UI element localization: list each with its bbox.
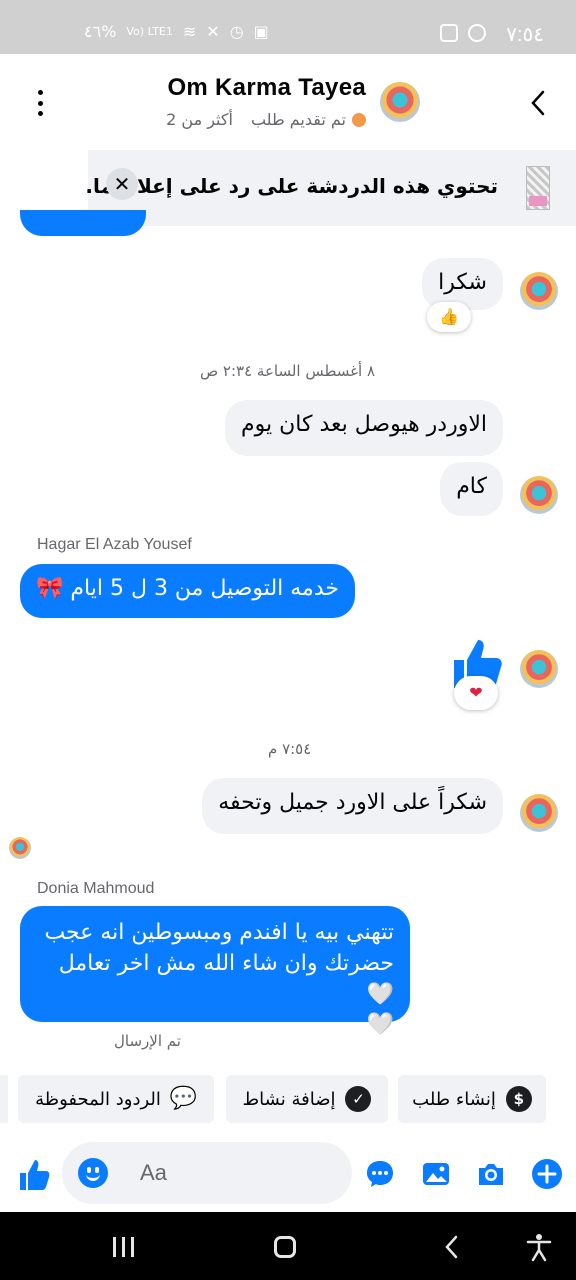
status-dot-icon bbox=[352, 112, 366, 127]
banner-text: تحتوي هذه الدردشة على رد على إعلان ما. bbox=[85, 174, 498, 198]
contact-avatar-small bbox=[520, 476, 558, 514]
contact-avatar-small bbox=[520, 650, 558, 688]
plus-icon[interactable] bbox=[531, 1158, 563, 1190]
contact-avatar[interactable] bbox=[380, 82, 420, 122]
lock-icon: ▣ bbox=[253, 22, 269, 41]
recents-icon[interactable] bbox=[113, 1237, 134, 1257]
message-placeholder: Aa bbox=[140, 1160, 167, 1185]
message-bubble[interactable]: الاوردر هيوصل بعد كان يوم bbox=[225, 400, 503, 456]
status-bar: ٤٦% Vo) LTE1 ≋ ✕ ◷ ▣ ٧:٥٤ bbox=[0, 0, 576, 54]
clock: ٧:٥٤ bbox=[506, 24, 544, 46]
order-status: تم تقديم طلب bbox=[250, 110, 346, 129]
system-nav-bar bbox=[0, 1212, 576, 1280]
network-label: Vo) LTE1 bbox=[126, 25, 173, 38]
alarm-icon: ◷ bbox=[229, 22, 244, 41]
more-options-icon[interactable] bbox=[34, 90, 46, 116]
message-bubble-outgoing[interactable]: خدمه التوصيل من 3 ل 5 ايام 🎀 bbox=[20, 564, 355, 618]
gallery-icon[interactable] bbox=[420, 1158, 452, 1190]
mute-icon: ✕ bbox=[206, 22, 220, 41]
timestamp: ٧:٥٤ م bbox=[268, 740, 312, 758]
message-line: 🤍 bbox=[366, 1012, 394, 1038]
status-left-icons: ٤٦% Vo) LTE1 ≋ ✕ ◷ ▣ bbox=[84, 22, 269, 41]
message-line: تتهني بيه يا افندم ومبسوطين انه عجب bbox=[44, 920, 394, 945]
quick-action-label: الردود المحفوظة bbox=[35, 1088, 161, 1110]
sender-name: Hagar El Azab Yousef bbox=[37, 536, 192, 553]
check-icon: ✓ bbox=[345, 1086, 372, 1112]
close-icon[interactable]: ✕ bbox=[106, 168, 138, 200]
message-bubble-partial[interactable] bbox=[20, 210, 146, 236]
message-bubble[interactable]: كام bbox=[440, 462, 503, 516]
sender-name: Donia Mahmoud bbox=[37, 880, 155, 897]
quick-action-label: إضافة نشاط bbox=[242, 1088, 336, 1110]
battery-level: ٤٦% bbox=[84, 22, 117, 41]
like-reaction-icon[interactable]: 👍 bbox=[427, 302, 471, 332]
nav-back-icon[interactable] bbox=[440, 1234, 466, 1260]
instagram-icon bbox=[440, 24, 458, 42]
heart-reaction-icon[interactable]: ❤ bbox=[454, 676, 498, 710]
messenger-status-icon bbox=[468, 24, 486, 42]
chat-bubble-icon[interactable] bbox=[364, 1158, 396, 1190]
message-bubble-outgoing[interactable]: تتهني بيه يا افندم ومبسوطين انه عجب حضرت… bbox=[20, 906, 410, 1037]
order-count: أكثر من 2 bbox=[166, 110, 233, 129]
message-line: حضرتك وان شاء الله مش اخر تعامل 🤍 bbox=[58, 950, 394, 1007]
quick-action-create-order[interactable]: $ إنشاء طلب bbox=[398, 1075, 546, 1123]
contact-subtitle: تم تقديم طلب أكثر من 2 bbox=[166, 110, 366, 129]
message-bubble[interactable]: شكرا bbox=[422, 258, 503, 310]
quick-action-partial[interactable] bbox=[0, 1075, 8, 1123]
quick-action-add-activity[interactable]: ✓ إضافة نشاط bbox=[226, 1075, 388, 1123]
accessibility-icon[interactable] bbox=[524, 1232, 554, 1262]
contact-name[interactable]: Om Karma Tayea bbox=[167, 74, 366, 102]
ad-thumbnail[interactable] bbox=[526, 166, 550, 210]
dollar-icon: $ bbox=[505, 1086, 532, 1112]
timestamp: ٨ أغسطس الساعة ٢:٣٤ ص bbox=[200, 362, 376, 380]
contact-avatar-small bbox=[520, 794, 558, 832]
like-send-icon[interactable] bbox=[18, 1158, 50, 1192]
back-arrow-icon[interactable] bbox=[526, 88, 550, 118]
home-icon[interactable] bbox=[274, 1236, 296, 1258]
ad-reply-banner: تحتوي هذه الدردشة على رد على إعلان ما. ✕ bbox=[85, 150, 576, 226]
saved-replies-icon: 💬 bbox=[169, 1086, 197, 1111]
quick-action-saved-replies[interactable]: 💬 الردود المحفوظة bbox=[18, 1075, 214, 1123]
seen-avatar bbox=[9, 837, 31, 859]
camera-icon[interactable] bbox=[475, 1158, 507, 1190]
contact-avatar-small bbox=[520, 272, 558, 310]
wifi-icon: ≋ bbox=[182, 22, 197, 41]
emoji-icon[interactable] bbox=[78, 1158, 108, 1188]
status-app-icons bbox=[440, 24, 486, 42]
chat-header: Om Karma Tayea تم تقديم طلب أكثر من 2 bbox=[0, 54, 576, 150]
sent-status: تم الإرسال bbox=[114, 1032, 181, 1050]
quick-action-label: إنشاء طلب bbox=[412, 1088, 496, 1110]
message-bubble[interactable]: شكراً على الاورد جميل وتحفه bbox=[202, 778, 503, 834]
